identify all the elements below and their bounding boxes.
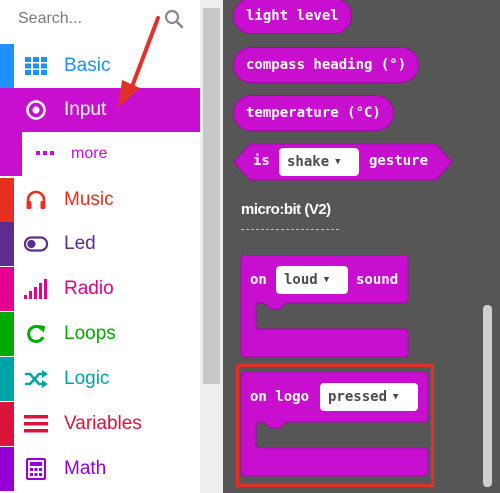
category-label: Music xyxy=(64,189,114,210)
gesture-dropdown[interactable]: shake ▼ xyxy=(279,148,359,176)
block-label: light level xyxy=(246,8,339,24)
category-color-stripe xyxy=(0,312,14,356)
category-led[interactable]: Led xyxy=(0,222,200,266)
dropdown-value: shake xyxy=(287,154,330,170)
category-color-stripe xyxy=(0,222,14,266)
category-color-stripe xyxy=(0,402,14,446)
signal-bars-icon xyxy=(24,278,48,300)
block-label: is xyxy=(253,153,270,169)
block-flyout: light level compass heading (°) temperat… xyxy=(223,0,500,493)
category-color-stripe xyxy=(0,132,22,176)
chevron-down-icon: ▼ xyxy=(393,392,399,402)
category-label: Logic xyxy=(64,368,110,389)
block-label: on xyxy=(250,272,267,288)
logo-event-dropdown[interactable]: pressed ▼ xyxy=(320,383,418,411)
flyout-scrollbar-thumb[interactable] xyxy=(483,305,492,487)
grid-icon xyxy=(24,55,48,77)
compass-heading-block[interactable]: compass heading (°) xyxy=(233,47,420,83)
category-label: Input xyxy=(64,99,107,120)
category-label: Loops xyxy=(64,323,116,344)
category-loops[interactable]: Loops xyxy=(0,312,200,356)
category-math[interactable]: Math xyxy=(0,447,200,491)
category-logic[interactable]: Logic xyxy=(0,357,200,401)
refresh-icon xyxy=(24,323,48,345)
section-divider xyxy=(241,229,339,230)
toolbox-scrollbar-thumb[interactable] xyxy=(203,8,220,384)
target-icon xyxy=(24,99,48,121)
dropdown-value: loud xyxy=(284,272,318,288)
block-label: on logo xyxy=(250,389,310,405)
headphones-icon xyxy=(24,189,48,211)
category-input-more[interactable]: more xyxy=(0,132,200,176)
block-label: sound xyxy=(356,272,399,288)
lines-icon xyxy=(24,413,48,435)
more-dots-icon xyxy=(36,151,54,155)
category-color-stripe xyxy=(0,178,14,222)
category-color-stripe xyxy=(0,44,14,88)
category-color-stripe xyxy=(0,357,14,401)
category-radio[interactable]: Radio xyxy=(0,267,200,311)
temperature-block[interactable]: temperature (°C) xyxy=(233,95,394,131)
light-level-block[interactable]: light level xyxy=(233,0,352,34)
search-bar xyxy=(0,0,200,40)
section-title: micro:bit (V2) xyxy=(241,201,331,218)
block-label: gesture xyxy=(369,153,429,169)
category-label: Led xyxy=(64,233,96,254)
category-color-stripe xyxy=(0,267,14,311)
shuffle-icon xyxy=(24,368,48,390)
calculator-icon xyxy=(24,458,48,480)
category-label: Variables xyxy=(64,413,142,434)
category-label: Radio xyxy=(64,278,114,299)
category-color-stripe xyxy=(0,447,14,491)
chevron-down-icon: ▼ xyxy=(335,157,341,167)
chevron-down-icon: ▼ xyxy=(323,275,330,285)
category-label: Basic xyxy=(64,55,111,76)
category-input[interactable]: Input xyxy=(0,88,200,132)
category-basic[interactable]: Basic xyxy=(0,44,200,88)
category-music[interactable]: Music xyxy=(0,178,200,222)
category-variables[interactable]: Variables xyxy=(0,402,200,446)
category-label: Math xyxy=(64,458,107,479)
block-label: temperature (°C) xyxy=(246,105,381,121)
toolbox: Basic Input more Music xyxy=(0,0,200,493)
category-color-stripe xyxy=(0,88,14,132)
block-label: compass heading (°) xyxy=(246,57,407,73)
toggle-icon xyxy=(24,233,48,255)
dropdown-value: pressed xyxy=(328,389,388,405)
search-input[interactable] xyxy=(18,8,158,30)
sound-level-dropdown[interactable]: loud ▼ xyxy=(276,266,348,294)
search-icon[interactable] xyxy=(164,9,184,29)
category-label: more xyxy=(71,145,108,162)
